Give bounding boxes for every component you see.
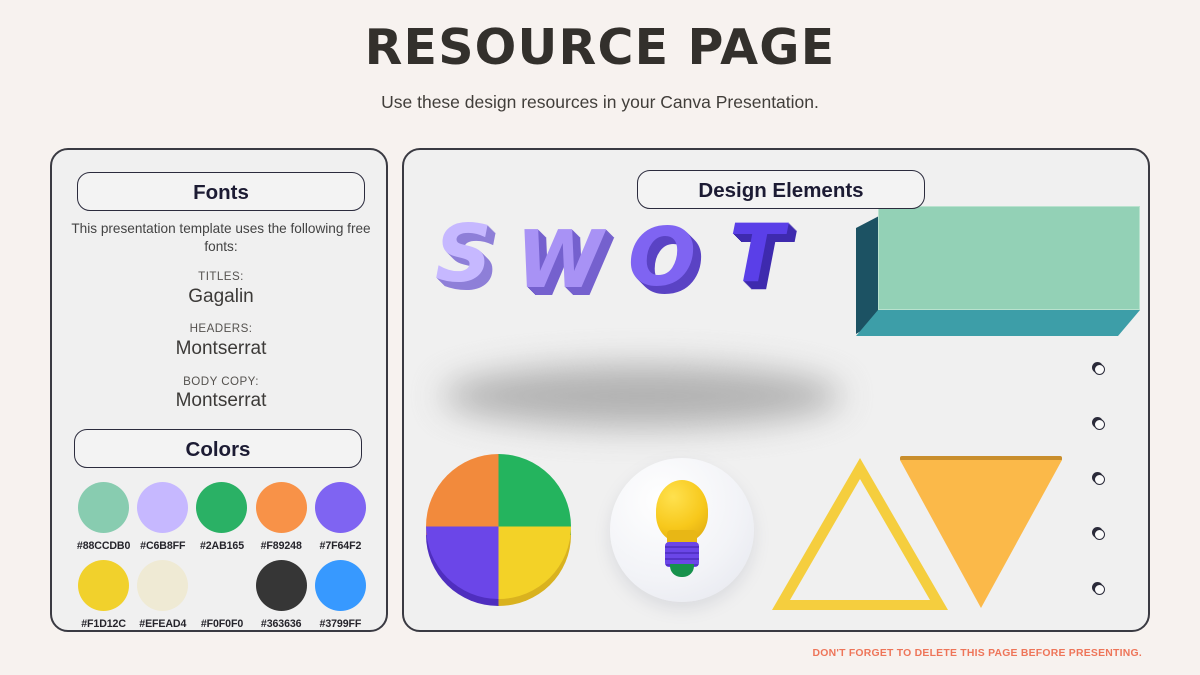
delete-page-warning: DON'T FORGET TO DELETE THIS PAGE BEFORE … bbox=[812, 648, 1142, 659]
font-entry-body-copy: BODY COPY: Montserrat bbox=[70, 375, 372, 414]
color-swatch-cell: #C6B8FF bbox=[133, 482, 192, 552]
ring-bullet-face bbox=[1094, 419, 1105, 430]
font-value-headers: Montserrat bbox=[175, 337, 267, 359]
color-swatch-code: #EFEAD4 bbox=[139, 618, 187, 630]
color-swatch-cell: #EFEAD4 bbox=[133, 560, 192, 630]
ring-bullet-face bbox=[1094, 529, 1105, 540]
color-swatch-code: #363636 bbox=[260, 618, 302, 630]
fonts-and-colors-panel: Fonts This presentation template uses th… bbox=[50, 148, 388, 632]
color-swatch-cell: #363636 bbox=[252, 560, 311, 630]
pie-chart-top bbox=[426, 454, 571, 599]
color-swatch-code: #C6B8FF bbox=[140, 540, 186, 552]
color-swatch-code: #F1D12C bbox=[81, 618, 126, 630]
ring-bullet-icon bbox=[1092, 417, 1105, 430]
color-swatch-code: #88CCDB0 bbox=[76, 540, 131, 552]
color-swatch-dot bbox=[196, 482, 248, 533]
ring-bullet-icon bbox=[1092, 582, 1105, 595]
page-title: RESOURCE PAGE bbox=[364, 19, 836, 76]
color-swatch-cell: #F89248 bbox=[252, 482, 311, 552]
color-swatch-code: #2AB165 bbox=[199, 540, 245, 552]
ring-bullet-face bbox=[1094, 584, 1105, 595]
design-elements-canvas: SWOT bbox=[404, 150, 1148, 630]
box-bottom-face bbox=[856, 310, 1140, 336]
ring-bullet-face bbox=[1094, 364, 1105, 375]
swot-letter-t: T bbox=[729, 207, 784, 300]
ring-bullets-column bbox=[1092, 362, 1105, 630]
blurred-ellipse-graphic bbox=[442, 365, 842, 427]
swot-letter-s: S bbox=[435, 208, 492, 300]
color-swatch-dot bbox=[314, 482, 366, 533]
color-swatch-dot bbox=[137, 482, 189, 533]
font-label-body-copy: BODY COPY: bbox=[183, 374, 259, 388]
lightbulb-icon bbox=[654, 480, 710, 580]
panels-container: Fonts This presentation template uses th… bbox=[0, 148, 1200, 634]
color-swatch-code: #7F64F2 bbox=[319, 540, 362, 552]
ring-bullet-icon bbox=[1092, 472, 1105, 485]
teal-3d-box-graphic bbox=[856, 206, 1140, 336]
color-swatch-cell: #2AB165 bbox=[192, 482, 251, 552]
font-entry-titles: TITLES: Gagalin bbox=[70, 270, 372, 309]
color-swatch-code: #3799FF bbox=[319, 618, 362, 630]
fonts-intro-text: This presentation template uses the foll… bbox=[71, 221, 371, 255]
font-label-headers: HEADERS: bbox=[189, 322, 253, 336]
design-elements-section-header: Design Elements bbox=[637, 170, 925, 209]
lightbulb-tip bbox=[670, 564, 694, 577]
color-swatch-dot bbox=[314, 560, 366, 611]
design-elements-panel: SWOT Design Elements bbox=[402, 148, 1150, 632]
color-swatch-dot bbox=[255, 560, 307, 611]
color-swatch-cell: #3799FF bbox=[311, 560, 370, 630]
color-swatch-dot bbox=[196, 560, 248, 611]
fonts-section-header: Fonts bbox=[77, 172, 365, 211]
color-swatch-cell: #88CCDB0 bbox=[74, 482, 133, 552]
font-value-body-copy: Montserrat bbox=[175, 389, 267, 411]
font-label-titles: TITLES: bbox=[198, 270, 244, 284]
color-swatch-code: #F89248 bbox=[260, 540, 302, 552]
color-swatch-dot bbox=[255, 482, 307, 533]
font-entry-headers: HEADERS: Montserrat bbox=[70, 322, 372, 361]
color-swatch-dot bbox=[78, 560, 130, 611]
box-front-face bbox=[878, 206, 1140, 310]
ring-bullet-icon bbox=[1092, 362, 1105, 375]
font-value-titles: Gagalin bbox=[188, 285, 254, 307]
color-swatch-cell: #F1D12C bbox=[74, 560, 133, 630]
page-subtitle: Use these design resources in your Canva… bbox=[381, 91, 819, 112]
color-swatch-dot bbox=[78, 482, 130, 533]
swot-letter-w: W bbox=[516, 214, 604, 306]
lightbulb-disc-graphic bbox=[610, 458, 754, 602]
color-swatch-grid: #88CCDB0 #C6B8FF #2AB165 #F89248 #7F64F2 #F1D… bbox=[74, 482, 370, 630]
color-swatch-code: #F0F0F0 bbox=[200, 618, 244, 630]
colors-section-header: Colors bbox=[74, 429, 362, 468]
color-swatch-cell: #F0F0F0 bbox=[192, 560, 251, 630]
color-swatch-cell: #7F64F2 bbox=[311, 482, 370, 552]
page-header: RESOURCE PAGE Use these design resources… bbox=[0, 0, 1200, 113]
swot-letter-o: O bbox=[628, 211, 697, 304]
color-swatch-dot bbox=[137, 560, 189, 611]
fonts-body: This presentation template uses the foll… bbox=[70, 220, 372, 444]
ring-bullet-face bbox=[1094, 474, 1105, 485]
quadrant-pie-chart-graphic bbox=[426, 454, 571, 606]
ring-bullet-icon bbox=[1092, 527, 1105, 540]
filled-inverted-triangle-graphic bbox=[900, 460, 1062, 608]
